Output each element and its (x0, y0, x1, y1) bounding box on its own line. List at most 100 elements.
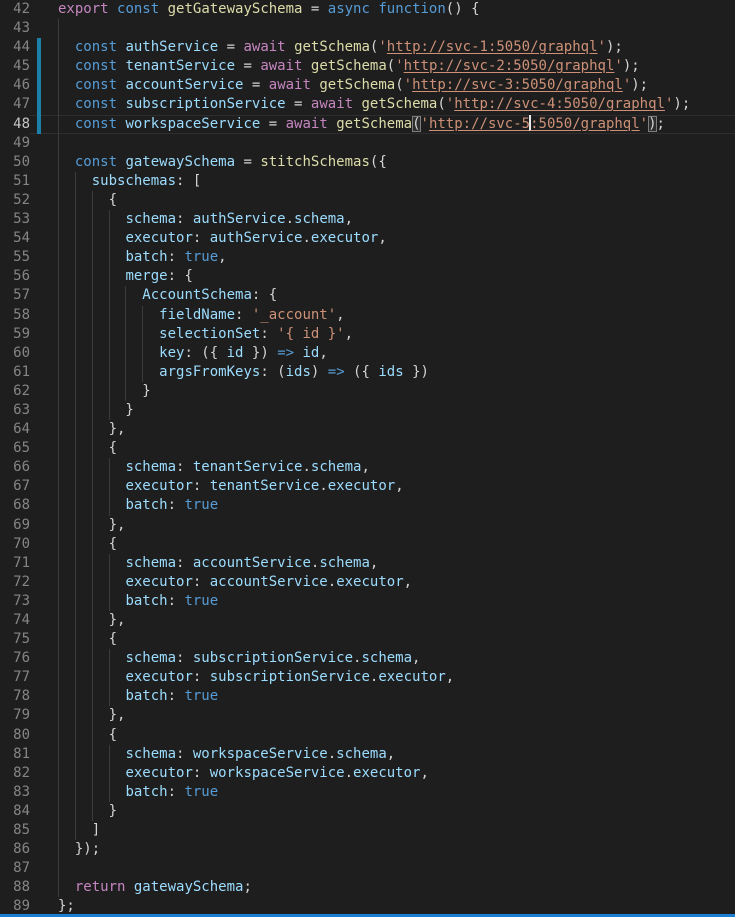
code-editor[interactable]: 42export const getGatewaySchema = async … (0, 0, 735, 917)
line-number[interactable]: 56 (0, 267, 30, 286)
code-line[interactable]: 84 } (0, 802, 735, 821)
code-line[interactable]: 63 } (0, 401, 735, 420)
code-line[interactable]: 43 (0, 19, 735, 38)
code-line[interactable]: 42export const getGatewaySchema = async … (0, 0, 735, 19)
line-number[interactable]: 61 (0, 363, 30, 382)
line-number[interactable]: 65 (0, 439, 30, 458)
line-number[interactable]: 55 (0, 248, 30, 267)
line-number[interactable]: 75 (0, 630, 30, 649)
url-link-text[interactable]: :5050/graphql (530, 116, 640, 132)
code-line[interactable]: 47 const subscriptionService = await get… (0, 95, 735, 114)
line-number[interactable]: 84 (0, 802, 30, 821)
line-number[interactable]: 69 (0, 516, 30, 535)
line-number[interactable]: 51 (0, 172, 30, 191)
code-line[interactable]: 76 schema: subscriptionService.schema, (0, 649, 735, 668)
code-line[interactable]: 82 executor: workspaceService.executor, (0, 764, 735, 783)
line-number[interactable]: 44 (0, 38, 30, 57)
line-number[interactable]: 87 (0, 859, 30, 878)
line-number[interactable]: 82 (0, 764, 30, 783)
code-line[interactable]: 66 schema: tenantService.schema, (0, 458, 735, 477)
code-line[interactable]: 59 selectionSet: '{ id }', (0, 325, 735, 344)
url-link-text[interactable]: http://svc-5 (429, 116, 530, 132)
code-line[interactable]: 61 argsFromKeys: (ids) => ({ ids }) (0, 363, 735, 382)
code-line[interactable]: 73 batch: true (0, 592, 735, 611)
code-line[interactable]: 86 }); (0, 840, 735, 859)
url-link-text[interactable]: http://svc-4:5050/graphql (454, 96, 665, 112)
line-number[interactable]: 63 (0, 401, 30, 420)
code-line[interactable]: 48 const workspaceService = await getSch… (0, 115, 735, 134)
line-number[interactable]: 68 (0, 496, 30, 515)
code-line[interactable]: 78 batch: true (0, 687, 735, 706)
line-number[interactable]: 48 (0, 115, 30, 134)
code-line[interactable]: 60 key: ({ id }) => id, (0, 344, 735, 363)
code-line[interactable]: 77 executor: subscriptionService.executo… (0, 668, 735, 687)
code-line[interactable]: 50 const gatewaySchema = stitchSchemas({ (0, 153, 735, 172)
code-line[interactable]: 72 executor: accountService.executor, (0, 573, 735, 592)
code-line[interactable]: 71 schema: accountService.schema, (0, 554, 735, 573)
code-line[interactable]: 64 }, (0, 420, 735, 439)
line-number[interactable]: 66 (0, 458, 30, 477)
line-number[interactable]: 49 (0, 134, 30, 153)
code-line[interactable]: 53 schema: authService.schema, (0, 210, 735, 229)
code-line[interactable]: 69 }, (0, 516, 735, 535)
code-line[interactable]: 57 AccountSchema: { (0, 286, 735, 305)
line-number[interactable]: 45 (0, 57, 30, 76)
line-number[interactable]: 43 (0, 19, 30, 38)
code-line[interactable]: 44 const authService = await getSchema('… (0, 38, 735, 57)
line-number[interactable]: 67 (0, 477, 30, 496)
line-number[interactable]: 46 (0, 76, 30, 95)
code-line[interactable]: 52 { (0, 191, 735, 210)
line-number[interactable]: 50 (0, 153, 30, 172)
line-number[interactable]: 42 (0, 0, 30, 19)
code-line[interactable]: 58 fieldName: '_account', (0, 306, 735, 325)
code-line[interactable]: 65 { (0, 439, 735, 458)
code-line[interactable]: 46 const accountService = await getSchem… (0, 76, 735, 95)
line-number[interactable]: 88 (0, 878, 30, 897)
line-number[interactable]: 86 (0, 840, 30, 859)
code-line[interactable]: 85 ] (0, 821, 735, 840)
line-number[interactable]: 52 (0, 191, 30, 210)
line-number[interactable]: 60 (0, 344, 30, 363)
code-line[interactable]: 67 executor: tenantService.executor, (0, 477, 735, 496)
line-number[interactable]: 73 (0, 592, 30, 611)
url-link-text[interactable]: http://svc-1:5050/graphql (387, 39, 598, 55)
code-line[interactable]: 49 (0, 134, 735, 153)
line-number[interactable]: 79 (0, 706, 30, 725)
code-line[interactable]: 55 batch: true, (0, 248, 735, 267)
line-number[interactable]: 54 (0, 229, 30, 248)
code-line[interactable]: 70 { (0, 535, 735, 554)
code-line[interactable]: 68 batch: true (0, 496, 735, 515)
line-number[interactable]: 72 (0, 573, 30, 592)
line-number[interactable]: 74 (0, 611, 30, 630)
line-number[interactable]: 81 (0, 745, 30, 764)
line-number[interactable]: 59 (0, 325, 30, 344)
line-number[interactable]: 78 (0, 687, 30, 706)
code-line[interactable]: 83 batch: true (0, 783, 735, 802)
code-line[interactable]: 75 { (0, 630, 735, 649)
line-number[interactable]: 53 (0, 210, 30, 229)
code-line[interactable]: 54 executor: authService.executor, (0, 229, 735, 248)
code-line[interactable]: 81 schema: workspaceService.schema, (0, 745, 735, 764)
code-line[interactable]: 51 subschemas: [ (0, 172, 735, 191)
code-line[interactable]: 45 const tenantService = await getSchema… (0, 57, 735, 76)
code-line[interactable]: 88 return gatewaySchema; (0, 878, 735, 897)
line-number[interactable]: 80 (0, 726, 30, 745)
url-link-text[interactable]: http://svc-2:5050/graphql (404, 58, 615, 74)
line-number[interactable]: 70 (0, 535, 30, 554)
line-number[interactable]: 71 (0, 554, 30, 573)
line-number[interactable]: 76 (0, 649, 30, 668)
line-number[interactable]: 77 (0, 668, 30, 687)
line-number[interactable]: 58 (0, 306, 30, 325)
line-number[interactable]: 47 (0, 95, 30, 114)
line-number[interactable]: 62 (0, 382, 30, 401)
code-line[interactable]: 87 (0, 859, 735, 878)
line-number[interactable]: 85 (0, 821, 30, 840)
code-line[interactable]: 80 { (0, 726, 735, 745)
code-line[interactable]: 62 } (0, 382, 735, 401)
url-link-text[interactable]: http://svc-3:5050/graphql (412, 77, 623, 93)
code-line[interactable]: 74 }, (0, 611, 735, 630)
line-number[interactable]: 83 (0, 783, 30, 802)
line-number[interactable]: 57 (0, 286, 30, 305)
line-number[interactable]: 64 (0, 420, 30, 439)
code-line[interactable]: 56 merge: { (0, 267, 735, 286)
